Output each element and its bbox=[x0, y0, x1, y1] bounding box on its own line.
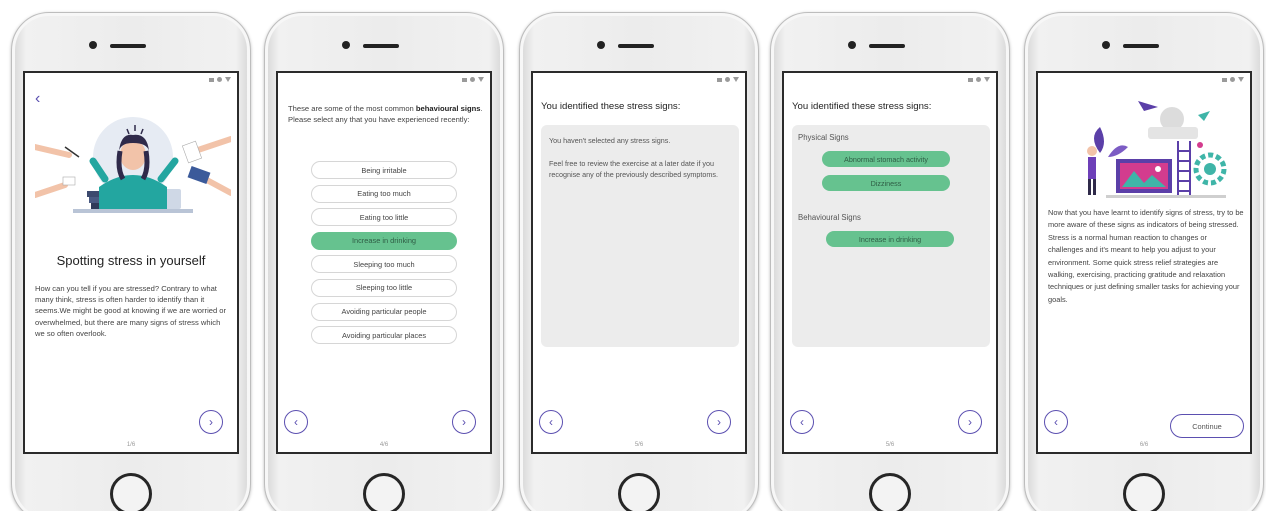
tag-abnormal-stomach-activity: Abnormal stomach activity bbox=[822, 151, 950, 167]
conclusion-text: Now that you have learnt to identify sig… bbox=[1048, 207, 1244, 306]
next-button[interactable]: › bbox=[199, 410, 223, 434]
wifi-icon bbox=[470, 77, 475, 82]
page-title: Spotting stress in yourself bbox=[56, 253, 206, 268]
home-button bbox=[869, 473, 911, 511]
status-bar bbox=[209, 77, 231, 82]
battery-icon bbox=[717, 77, 722, 82]
status-bar bbox=[968, 77, 990, 82]
intro-body-text: How can you tell if you are stressed? Co… bbox=[35, 284, 227, 338]
speaker-slot bbox=[1123, 44, 1159, 48]
battery-icon bbox=[462, 77, 467, 82]
wifi-icon bbox=[217, 77, 222, 82]
signal-icon bbox=[225, 77, 231, 82]
camera-dot bbox=[342, 41, 350, 49]
page-indicator: 6/6 bbox=[1139, 442, 1149, 448]
summary-panel: Physical Signs Abnormal stomach activity… bbox=[792, 125, 990, 347]
intro-text-start: These are some of the most common bbox=[288, 104, 416, 113]
speaker-slot bbox=[869, 44, 905, 48]
phone-frame-2: These are some of the most common behavi… bbox=[264, 12, 504, 511]
wifi-icon bbox=[1230, 77, 1235, 82]
previous-button[interactable]: ‹ bbox=[284, 410, 308, 434]
screen-intro: ‹ Spotting stress in yourself How can yo bbox=[23, 71, 239, 454]
previous-button[interactable]: ‹ bbox=[539, 410, 563, 434]
option-increase-in-drinking[interactable]: Increase in drinking bbox=[311, 231, 457, 250]
screen-conclusion: Now that you have learnt to identify sig… bbox=[1036, 71, 1252, 454]
summary-panel: You haven't selected any stress signs. F… bbox=[541, 125, 739, 347]
page-indicator: 5/6 bbox=[634, 442, 644, 448]
continue-button[interactable]: Continue bbox=[1170, 414, 1244, 438]
camera-dot bbox=[597, 41, 605, 49]
conclusion-paragraph-1: Now that you have learnt to identify sig… bbox=[1048, 208, 1244, 230]
tag-increase-in-drinking: Increase in drinking bbox=[826, 231, 954, 247]
camera-dot bbox=[89, 41, 97, 49]
phone-frame-4: You identified these stress signs: Physi… bbox=[770, 12, 1010, 511]
page-indicator: 1/6 bbox=[126, 442, 136, 448]
option-sleeping-too-much[interactable]: Sleeping too much bbox=[311, 255, 457, 274]
battery-icon bbox=[209, 77, 214, 82]
option-being-irritable[interactable]: Being irritable bbox=[311, 161, 457, 179]
next-button[interactable]: › bbox=[707, 410, 731, 434]
signal-icon bbox=[1238, 77, 1244, 82]
tag-dizziness: Dizziness bbox=[822, 175, 950, 191]
home-button bbox=[618, 473, 660, 511]
page-indicator: 4/6 bbox=[379, 442, 389, 448]
battery-icon bbox=[968, 77, 973, 82]
wifi-icon bbox=[976, 77, 981, 82]
summary-heading: You identified these stress signs: bbox=[541, 101, 681, 112]
behavioural-signs-intro: These are some of the most common behavi… bbox=[288, 103, 484, 125]
signal-icon bbox=[984, 77, 990, 82]
intro-text-bold: behavioural signs bbox=[415, 104, 481, 113]
speaker-slot bbox=[618, 44, 654, 48]
camera-dot bbox=[848, 41, 856, 49]
camera-dot bbox=[1102, 41, 1110, 49]
sign-options-list: Being irritable Eating too much Eating t… bbox=[278, 161, 490, 350]
previous-button[interactable]: ‹ bbox=[790, 410, 814, 434]
status-bar bbox=[462, 77, 484, 82]
status-bar bbox=[1222, 77, 1244, 82]
speaker-slot bbox=[110, 44, 146, 48]
signal-icon bbox=[733, 77, 739, 82]
screen-no-signs: You identified these stress signs: You h… bbox=[531, 71, 747, 454]
previous-button[interactable]: ‹ bbox=[1044, 410, 1068, 434]
option-avoiding-places[interactable]: Avoiding particular places bbox=[311, 326, 457, 345]
back-chevron-icon[interactable]: ‹ bbox=[35, 91, 40, 107]
no-signs-text: You haven't selected any stress signs. bbox=[549, 136, 671, 145]
stressed-woman-illustration bbox=[35, 117, 231, 213]
page-indicator: 5/6 bbox=[885, 442, 895, 448]
option-sleeping-too-little[interactable]: Sleeping too little bbox=[311, 278, 457, 297]
home-button bbox=[110, 473, 152, 511]
next-button[interactable]: › bbox=[958, 410, 982, 434]
signal-icon bbox=[478, 77, 484, 82]
physical-signs-label: Physical Signs bbox=[798, 133, 849, 142]
option-avoiding-people[interactable]: Avoiding particular people bbox=[311, 302, 457, 321]
screen-behavioural-signs: These are some of the most common behavi… bbox=[276, 71, 492, 454]
conclusion-paragraph-2: Stress is a normal human reaction to cha… bbox=[1048, 232, 1240, 304]
home-button bbox=[363, 473, 405, 511]
phone-frame-1: ‹ Spotting stress in yourself How can yo bbox=[11, 12, 251, 511]
summary-heading: You identified these stress signs: bbox=[792, 101, 932, 112]
next-button[interactable]: › bbox=[452, 410, 476, 434]
option-eating-too-little[interactable]: Eating too little bbox=[311, 208, 457, 227]
summary-message: You haven't selected any stress signs. F… bbox=[549, 135, 729, 181]
option-eating-too-much[interactable]: Eating too much bbox=[311, 184, 457, 203]
status-bar bbox=[717, 77, 739, 82]
battery-icon bbox=[1222, 77, 1227, 82]
productivity-illustration bbox=[1087, 101, 1227, 198]
wifi-icon bbox=[725, 77, 730, 82]
phone-frame-3: You identified these stress signs: You h… bbox=[519, 12, 759, 511]
screen-identified-signs: You identified these stress signs: Physi… bbox=[782, 71, 998, 454]
behavioural-signs-label: Behavioural Signs bbox=[798, 213, 861, 222]
review-later-text: Feel free to review the exercise at a la… bbox=[549, 158, 718, 180]
home-button bbox=[1123, 473, 1165, 511]
phone-frame-5: Now that you have learnt to identify sig… bbox=[1024, 12, 1264, 511]
speaker-slot bbox=[363, 44, 399, 48]
